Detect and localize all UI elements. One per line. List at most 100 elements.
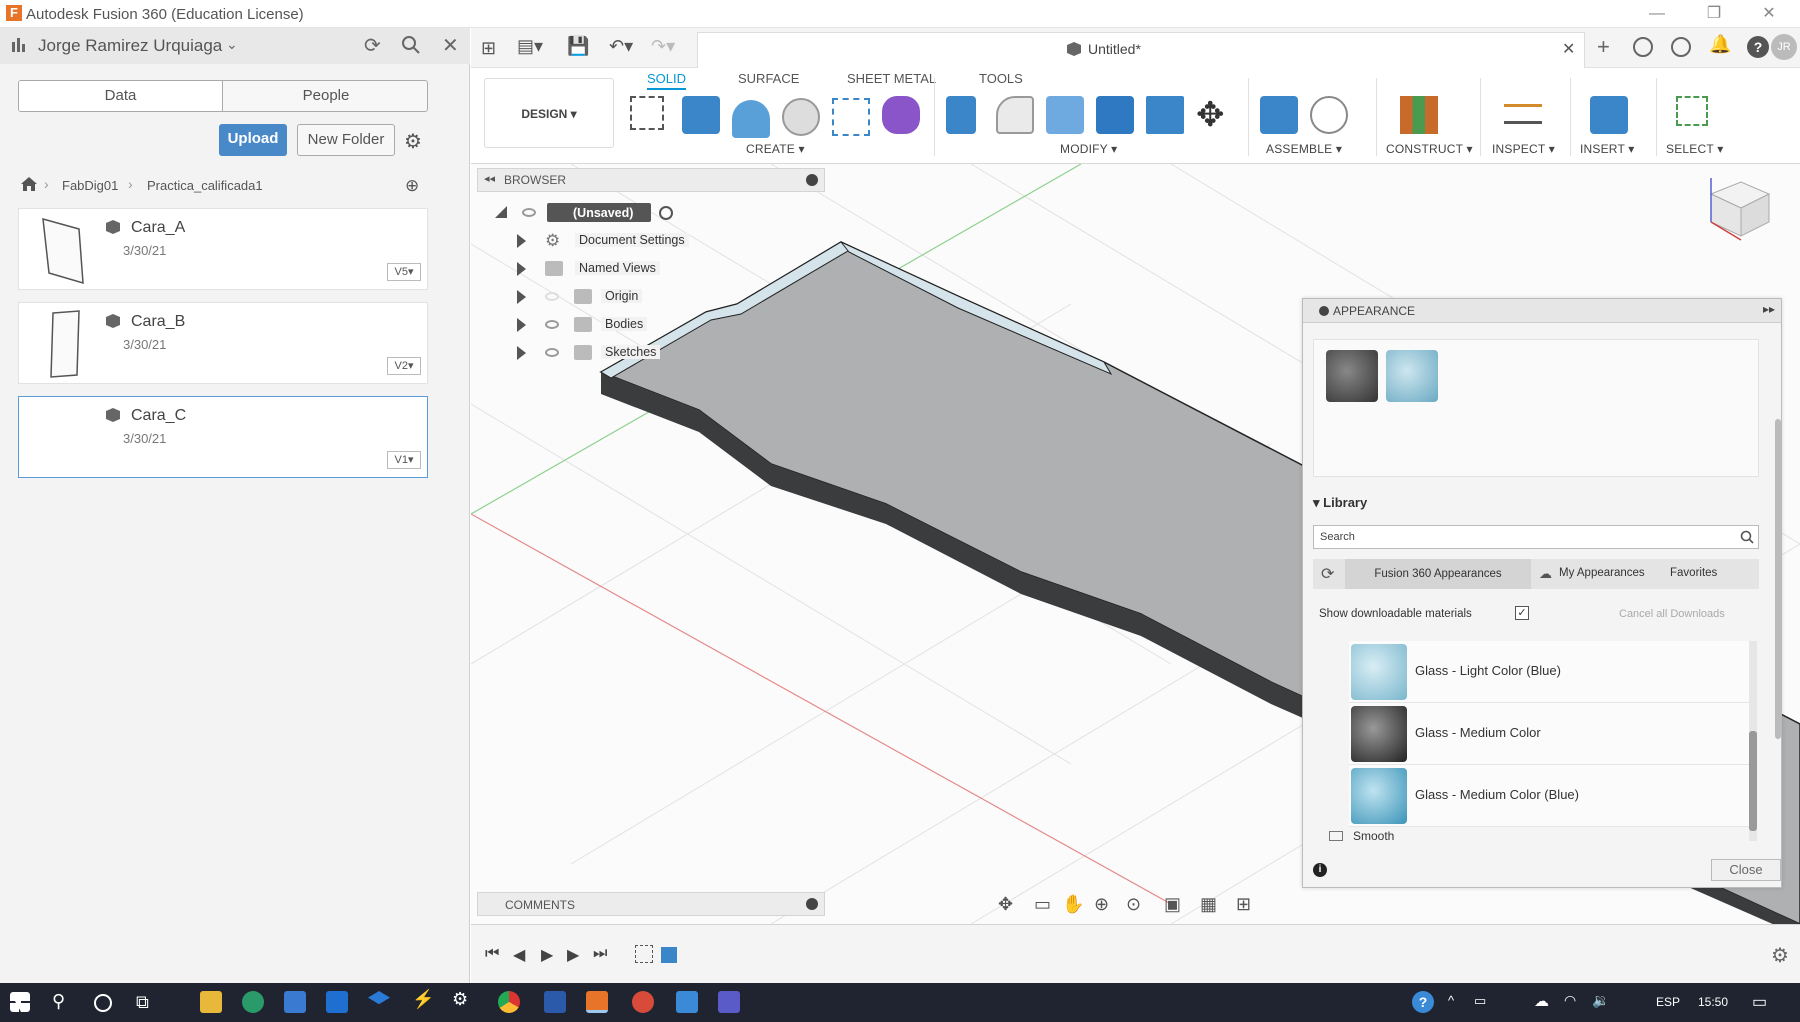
- expand-triangle-icon[interactable]: [517, 234, 526, 248]
- new-tab-icon[interactable]: +: [1597, 34, 1610, 60]
- group-inspect[interactable]: INSPECT ▾: [1492, 142, 1555, 156]
- joint-icon[interactable]: [1310, 96, 1348, 134]
- tab-fusion-appearances[interactable]: Fusion 360 Appearances: [1345, 559, 1531, 589]
- cancel-downloads-link[interactable]: Cancel all Downloads: [1619, 608, 1725, 620]
- help-icon[interactable]: ?: [1412, 991, 1434, 1013]
- language-indicator[interactable]: ESP: [1656, 995, 1680, 1009]
- teams-icon[interactable]: [718, 991, 740, 1013]
- last-frame-icon[interactable]: ⏭: [593, 945, 607, 963]
- apps-grid-icon[interactable]: [12, 38, 26, 52]
- create-sketch-icon[interactable]: [630, 96, 664, 130]
- tab-tools[interactable]: TOOLS: [979, 71, 1023, 86]
- sketch-feature-icon[interactable]: [635, 945, 653, 963]
- insert-image-icon[interactable]: [1590, 96, 1628, 134]
- store-icon[interactable]: [284, 991, 306, 1013]
- list-item[interactable]: Glass - Medium Color (Blue): [1349, 765, 1753, 827]
- viewports-icon[interactable]: ⊞: [1236, 894, 1251, 915]
- pan-icon[interactable]: ✋: [1062, 894, 1084, 915]
- browser-item-named-views[interactable]: Named Views: [477, 256, 777, 282]
- appearance-header[interactable]: APPEARANCE ▸▸: [1303, 299, 1781, 323]
- activate-icon[interactable]: [659, 206, 673, 220]
- workspace-switcher[interactable]: DESIGN ▾: [484, 78, 614, 148]
- browser-item-origin[interactable]: Origin: [477, 284, 777, 310]
- eye-icon[interactable]: [522, 208, 536, 217]
- view-cube[interactable]: [1691, 174, 1771, 244]
- tab-solid[interactable]: SOLID: [647, 71, 687, 90]
- eye-hidden-icon[interactable]: [545, 292, 559, 301]
- scrollbar[interactable]: [1749, 641, 1757, 841]
- browser-item-bodies[interactable]: Bodies: [477, 312, 777, 338]
- tray-chevron-icon[interactable]: ^: [1448, 993, 1454, 1008]
- press-pull-icon[interactable]: [946, 96, 976, 134]
- file-menu-icon[interactable]: ▤▾: [517, 36, 543, 57]
- home-icon[interactable]: [20, 176, 38, 195]
- browser-root[interactable]: (Unsaved): [477, 200, 777, 226]
- app-icon[interactable]: [676, 991, 698, 1013]
- winamp-icon[interactable]: ⚡: [412, 989, 434, 1010]
- apps-grid-icon[interactable]: ⊞: [481, 38, 496, 59]
- pin-icon[interactable]: [806, 898, 818, 910]
- chrome-icon[interactable]: [498, 991, 520, 1013]
- version-badge[interactable]: V1▾: [387, 451, 421, 469]
- first-frame-icon[interactable]: ⏮: [485, 945, 499, 963]
- browser-item-document-settings[interactable]: ⚙ Document Settings: [477, 228, 777, 254]
- job-status-icon[interactable]: [1671, 37, 1691, 57]
- search-icon[interactable]: [1740, 530, 1754, 544]
- app-icon[interactable]: [632, 991, 654, 1013]
- info-icon[interactable]: i: [1313, 863, 1327, 877]
- eye-icon[interactable]: [545, 348, 559, 357]
- expand-icon[interactable]: ▸▸: [1763, 302, 1775, 316]
- display-settings-icon[interactable]: ▣: [1164, 894, 1181, 915]
- document-tab[interactable]: Untitled* ✕: [697, 32, 1585, 68]
- group-assemble[interactable]: ASSEMBLE ▾: [1266, 142, 1342, 156]
- new-component-icon[interactable]: [1260, 96, 1298, 134]
- tab-sheet-metal[interactable]: SHEET METAL: [847, 71, 936, 86]
- close-tab-icon[interactable]: ✕: [1562, 39, 1575, 59]
- refresh-icon[interactable]: ⟳: [364, 33, 381, 58]
- search-icon[interactable]: [402, 36, 420, 57]
- refresh-icon[interactable]: ⟳: [1321, 564, 1334, 584]
- combine-icon[interactable]: [1096, 96, 1134, 134]
- save-icon[interactable]: 💾: [567, 36, 589, 57]
- clock[interactable]: 15:50: [1698, 995, 1728, 1009]
- file-explorer-icon[interactable]: [200, 991, 222, 1013]
- pin-icon[interactable]: [806, 174, 818, 186]
- zoom-icon[interactable]: ⊕: [1094, 894, 1109, 915]
- revolve-icon[interactable]: [732, 100, 770, 138]
- help-icon[interactable]: ?: [1747, 36, 1769, 58]
- expand-triangle-icon[interactable]: [495, 206, 507, 218]
- version-badge[interactable]: V2▾: [387, 357, 421, 375]
- extensions-icon[interactable]: [1633, 37, 1653, 57]
- browser-item-sketches[interactable]: Sketches: [477, 340, 777, 366]
- group-create[interactable]: CREATE ▾: [746, 142, 805, 156]
- chamfer-icon[interactable]: [1046, 96, 1084, 134]
- volume-icon[interactable]: 🔉: [1592, 992, 1609, 1009]
- notification-icon[interactable]: ▭: [1752, 992, 1767, 1012]
- hole-icon[interactable]: [782, 98, 820, 136]
- grid-icon[interactable]: ▦: [1200, 894, 1217, 915]
- version-badge[interactable]: V5▾: [387, 263, 421, 281]
- tab-people[interactable]: People: [223, 81, 427, 111]
- tab-my-appearances[interactable]: My Appearances: [1559, 567, 1645, 579]
- folder-smooth[interactable]: Smooth: [1353, 829, 1394, 841]
- breadcrumb-folder[interactable]: Practica_calificada1: [147, 178, 263, 193]
- avatar[interactable]: JR: [1771, 34, 1797, 60]
- user-name[interactable]: Jorge Ramirez Urquiaga: [38, 36, 222, 56]
- measure-icon[interactable]: [1504, 104, 1542, 124]
- play-icon[interactable]: ▶: [541, 945, 553, 965]
- list-item[interactable]: Glass - Medium Color: [1349, 703, 1753, 765]
- expand-triangle-icon[interactable]: [517, 346, 526, 360]
- material-swatch-glass[interactable]: [1386, 350, 1438, 402]
- group-modify[interactable]: MODIFY ▾: [1060, 142, 1117, 156]
- dropbox-icon[interactable]: [368, 991, 390, 1005]
- extrude-feature-icon[interactable]: [661, 947, 677, 963]
- move-icon[interactable]: ✥: [1196, 96, 1225, 134]
- fillet-icon[interactable]: [996, 96, 1034, 134]
- material-swatch-metal[interactable]: [1326, 350, 1378, 402]
- look-at-icon[interactable]: ▭: [1034, 894, 1051, 915]
- close-button[interactable]: Close: [1711, 859, 1781, 881]
- create-form-icon[interactable]: [882, 96, 920, 134]
- shell-icon[interactable]: [1146, 96, 1184, 134]
- library-search-input[interactable]: Search: [1313, 525, 1759, 549]
- word-icon[interactable]: [544, 991, 566, 1013]
